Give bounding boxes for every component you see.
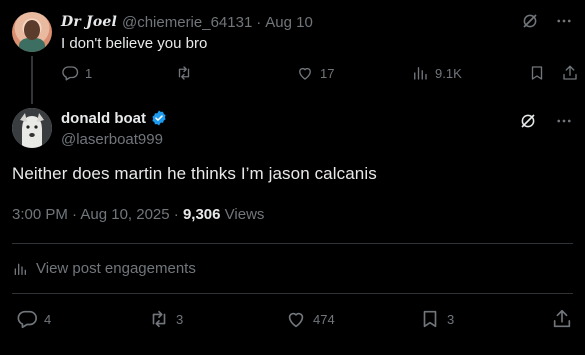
main-like-button[interactable]: 474 (285, 308, 335, 330)
view-engagements-link[interactable]: View post engagements (12, 260, 196, 277)
reply-display-name[interactable]: Dr Joel (61, 14, 117, 30)
main-reply-button[interactable]: 4 (16, 308, 51, 330)
main-views-count: 9,306 (182, 206, 221, 223)
reply-repost-button[interactable] (175, 64, 199, 82)
reply-date[interactable]: Aug 10 (265, 14, 313, 31)
main-repost-button[interactable]: 3 (148, 308, 183, 330)
reply-reply-count: 1 (85, 65, 93, 81)
main-views-label: Views (220, 206, 265, 223)
more-icon[interactable] (555, 12, 573, 30)
main-handle[interactable]: @laserboat999 (61, 131, 163, 148)
main-bookmark-count: 3 (447, 311, 455, 327)
main-avatar[interactable] (12, 108, 52, 148)
divider (12, 243, 573, 244)
view-engagements-label: View post engagements (36, 260, 196, 277)
main-meta: 3:00 PM · Aug 10, 2025 · 9,306 Views (12, 206, 264, 223)
like-icon (296, 64, 314, 82)
reply-text: I don't believe you bro (61, 35, 208, 52)
grok-icon[interactable] (519, 112, 537, 130)
reply-views-count: 9.1K (435, 65, 462, 81)
divider (12, 293, 573, 294)
bookmark-icon (419, 308, 441, 330)
like-icon (285, 308, 307, 330)
reply-like-button[interactable]: 17 (296, 64, 334, 82)
reply-action-bar: 1 17 9.1K (61, 64, 581, 88)
share-icon (561, 64, 579, 82)
bookmark-icon (528, 64, 546, 82)
main-bookmark-button[interactable]: 3 (419, 308, 454, 330)
reply-views-button[interactable]: 9.1K (411, 64, 462, 82)
share-icon (551, 308, 573, 330)
repost-icon (175, 64, 193, 82)
main-repost-count: 3 (176, 311, 184, 327)
main-name-row: donald boat (61, 109, 168, 127)
thread-connector-line (31, 56, 33, 104)
reply-reply-button[interactable]: 1 (61, 64, 92, 82)
more-icon[interactable] (555, 112, 573, 130)
main-action-bar: 4 3 474 3 (0, 308, 585, 332)
reply-header: Dr Joel @chiemerie_64131 · Aug 10 (61, 12, 313, 32)
main-share-button[interactable] (551, 308, 573, 330)
main-tweet-text: Neither does martin he thinks I’m jason … (12, 164, 377, 183)
reply-tweet[interactable]: Dr Joel @chiemerie_64131 · Aug 10 I don'… (0, 0, 585, 104)
reply-share-button[interactable] (561, 64, 579, 82)
main-top-icons (519, 112, 573, 130)
reply-icon (61, 64, 79, 82)
analytics-icon (12, 261, 28, 277)
main-display-name[interactable]: donald boat (61, 110, 146, 127)
reply-icon (16, 308, 38, 330)
grok-icon[interactable] (521, 12, 539, 30)
reply-like-count: 17 (320, 65, 335, 81)
reply-bookmark-button[interactable] (528, 64, 546, 82)
main-reply-count: 4 (44, 311, 52, 327)
main-like-count: 474 (313, 311, 335, 327)
reply-top-icons (521, 12, 573, 30)
verified-badge-icon (150, 109, 168, 127)
reply-avatar[interactable] (12, 12, 52, 52)
views-icon (411, 64, 429, 82)
reply-separator: · (256, 13, 262, 31)
repost-icon (148, 308, 170, 330)
reply-handle[interactable]: @chiemerie_64131 (122, 14, 252, 31)
main-timestamp[interactable]: 3:00 PM · Aug 10, 2025 · (12, 206, 183, 223)
